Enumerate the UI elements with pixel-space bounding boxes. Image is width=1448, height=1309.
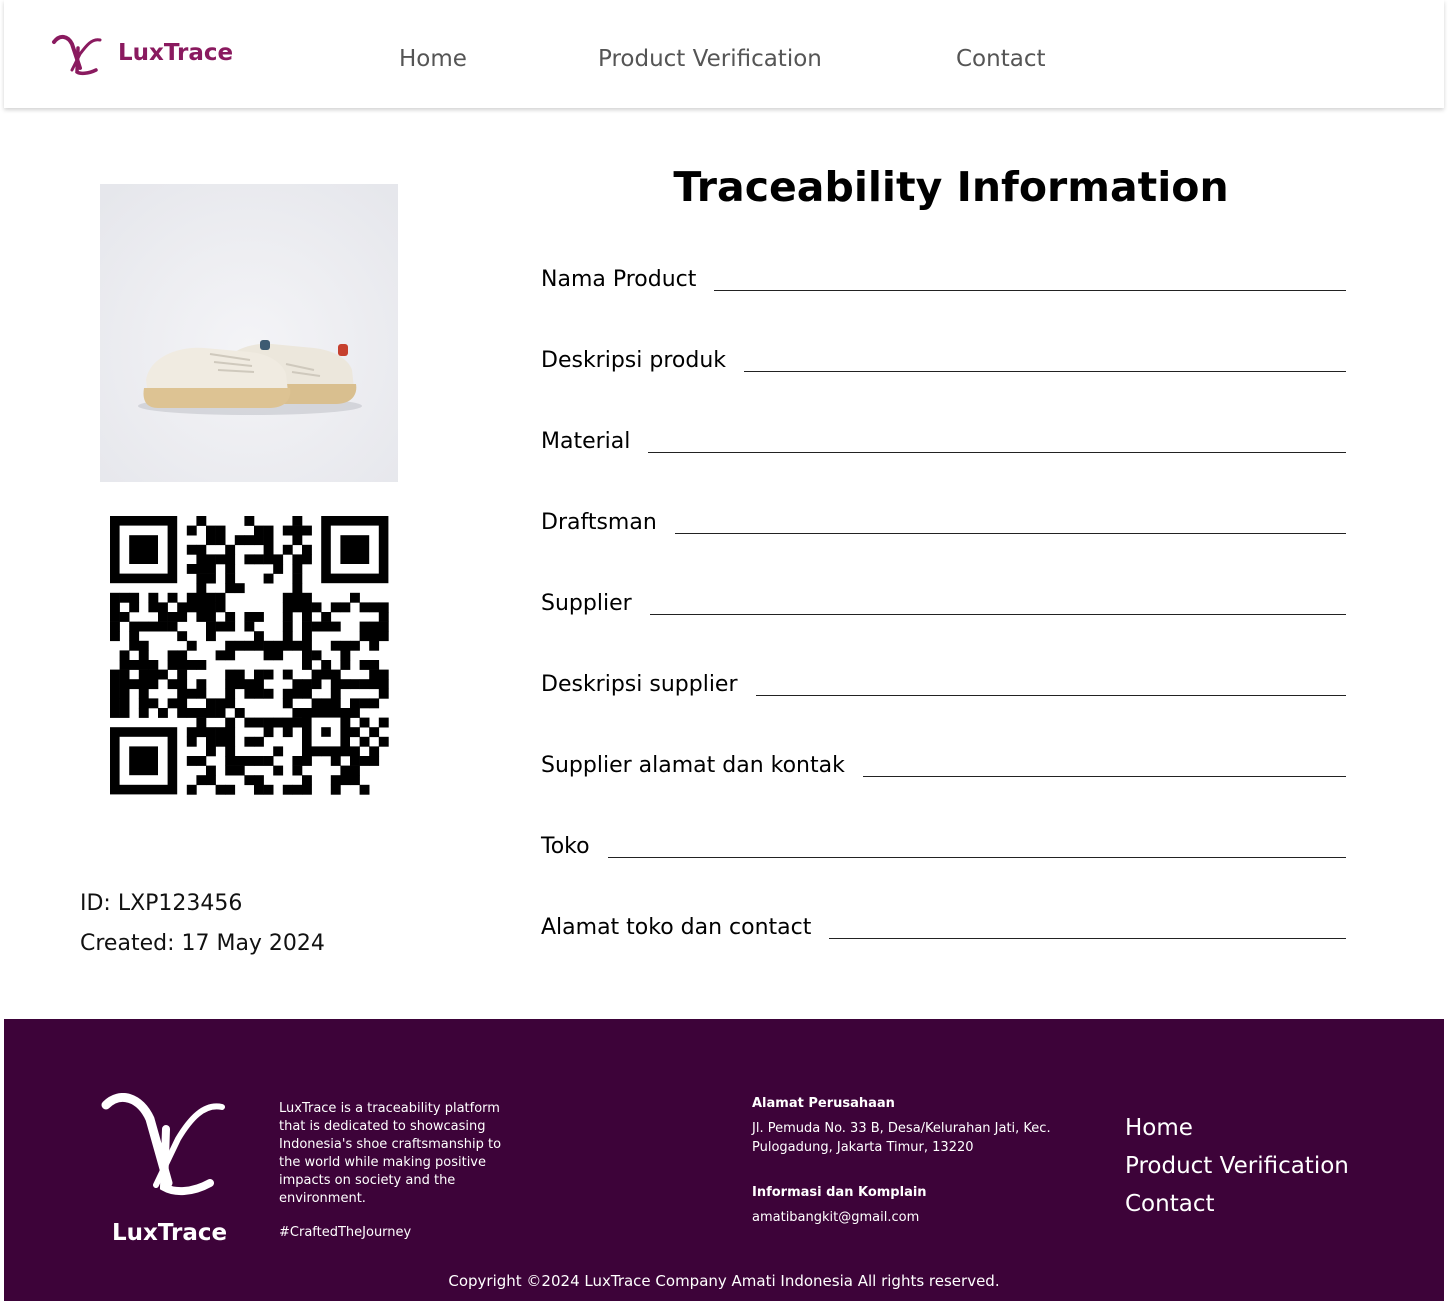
field-nama-product: Nama Product	[541, 253, 1346, 293]
nav-product-verification[interactable]: Product Verification	[598, 46, 822, 72]
field-value-line	[829, 938, 1346, 939]
field-label: Nama Product	[541, 267, 697, 292]
footer-description: LuxTrace is a traceability platform that…	[279, 1101, 502, 1206]
field-label: Deskripsi produk	[541, 348, 727, 373]
field-deskripsi-produk: Deskripsi produk	[541, 334, 1346, 374]
footer-nav-contact[interactable]: Contact	[1125, 1191, 1214, 1217]
field-label: Deskripsi supplier	[541, 672, 738, 697]
product-created-date: Created: 17 May 2024	[80, 931, 325, 956]
field-label: Toko	[541, 834, 590, 859]
field-deskripsi-supplier: Deskripsi supplier	[541, 658, 1346, 698]
top-navbar: LuxTrace Home Product Verification Conta…	[4, 0, 1444, 108]
field-value-line	[755, 695, 1346, 696]
field-supplier-alamat: Supplier alamat dan kontak	[541, 739, 1346, 779]
company-address: Jl. Pemuda No. 33 B, Desa/Kelurahan Jati…	[752, 1121, 1051, 1155]
field-label: Material	[541, 429, 631, 454]
luxtrace-footer-logo-icon	[101, 1093, 225, 1196]
footer-nav-home[interactable]: Home	[1125, 1115, 1193, 1141]
field-label: Draftsman	[541, 510, 657, 535]
address-heading: Alamat Perusahaan	[752, 1096, 895, 1111]
info-heading: Informasi dan Komplain	[752, 1185, 927, 1200]
field-label: Supplier alamat dan kontak	[541, 753, 845, 778]
contact-email[interactable]: amatibangkit@gmail.com	[752, 1208, 1062, 1227]
sneaker-image-icon	[100, 184, 398, 482]
product-id: ID: LXP123456	[80, 891, 243, 916]
nav-home[interactable]: Home	[399, 46, 467, 72]
footer-nav-product-verification[interactable]: Product Verification	[1125, 1153, 1349, 1179]
field-draftsman: Draftsman	[541, 496, 1346, 536]
field-value-line	[744, 371, 1346, 372]
page-title: Traceability Information	[673, 163, 1229, 211]
field-toko: Toko	[541, 820, 1346, 860]
field-value-line	[714, 290, 1346, 291]
luxtrace-logo-icon[interactable]	[50, 30, 104, 80]
field-value-line	[607, 857, 1346, 858]
field-value-line	[674, 533, 1346, 534]
brand-name[interactable]: LuxTrace	[118, 40, 233, 66]
nav-contact[interactable]: Contact	[956, 46, 1045, 72]
field-label: Supplier	[541, 591, 632, 616]
qr-code	[100, 506, 398, 798]
footer-brand-name: LuxTrace	[112, 1220, 228, 1246]
copyright: Copyright ©2024 LuxTrace Company Amati I…	[448, 1272, 1000, 1290]
field-material: Material	[541, 415, 1346, 455]
field-value-line	[648, 452, 1346, 453]
field-alamat-toko: Alamat toko dan contact	[541, 901, 1346, 941]
footer: LuxTrace LuxTrace is a traceability plat…	[4, 1019, 1444, 1301]
field-supplier: Supplier	[541, 577, 1346, 617]
footer-hashtag: #CraftedTheJourney	[279, 1225, 412, 1240]
field-value-line	[862, 776, 1346, 777]
product-photo	[100, 184, 398, 482]
field-label: Alamat toko dan contact	[541, 915, 812, 940]
field-value-line	[649, 614, 1346, 615]
qr-code-icon	[110, 516, 389, 795]
